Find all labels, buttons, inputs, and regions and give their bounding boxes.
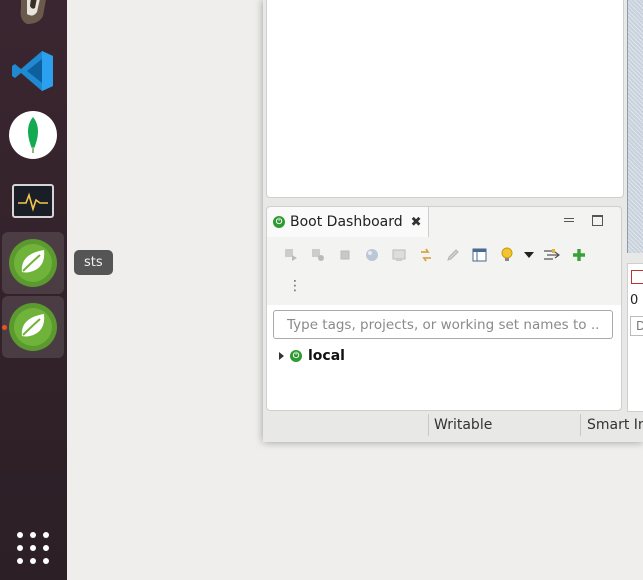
dock-tooltip: sts bbox=[74, 250, 113, 275]
view-menu-icon[interactable]: ⋮ bbox=[288, 279, 302, 293]
spring-leaf-icon bbox=[9, 303, 57, 351]
collapse-icon[interactable] bbox=[538, 245, 565, 265]
show-applications-button[interactable] bbox=[16, 531, 50, 565]
spring-boot-icon: ⏻ bbox=[290, 350, 302, 362]
spring-boot-icon: ⏻ bbox=[273, 216, 285, 228]
expand-arrow-icon[interactable] bbox=[279, 352, 284, 360]
grid-dot bbox=[29, 544, 36, 551]
stop-icon[interactable] bbox=[331, 245, 358, 265]
right-panel-field[interactable]: D bbox=[630, 316, 643, 336]
edit-icon[interactable] bbox=[439, 245, 466, 265]
vscode-icon bbox=[12, 51, 53, 91]
view-icon[interactable] bbox=[631, 270, 643, 284]
minimize-button[interactable] bbox=[564, 218, 574, 222]
right-view-panel: 0 i D bbox=[627, 263, 643, 412]
system-monitor-icon bbox=[12, 184, 54, 218]
tab-boot-dashboard[interactable]: ⏻ Boot Dashboard ✖ bbox=[267, 207, 429, 237]
lightbulb-icon[interactable] bbox=[493, 245, 520, 265]
status-separator bbox=[580, 414, 581, 436]
tab-title: Boot Dashboard bbox=[290, 214, 403, 230]
grid-dot bbox=[29, 557, 36, 564]
grid-dot bbox=[17, 557, 24, 564]
refresh-icon[interactable] bbox=[412, 245, 439, 265]
grid-dot bbox=[42, 532, 49, 539]
dock-item-mongodb[interactable] bbox=[2, 104, 64, 166]
right-view-strip[interactable] bbox=[627, 0, 643, 253]
mongodb-leaf-icon bbox=[9, 111, 57, 159]
dock-item-sts-running[interactable] bbox=[2, 296, 64, 358]
status-separator bbox=[428, 414, 429, 436]
open-console-icon[interactable] bbox=[385, 245, 412, 265]
grid-dot bbox=[17, 544, 24, 551]
debug-icon[interactable] bbox=[304, 245, 331, 265]
dock-item-vscode[interactable] bbox=[2, 40, 64, 102]
dropdown-icon[interactable] bbox=[520, 245, 538, 265]
start-icon[interactable] bbox=[277, 245, 304, 265]
close-icon[interactable]: ✖ bbox=[411, 215, 422, 230]
ubuntu-dock bbox=[0, 0, 67, 580]
boot-dashboard-view: ⏻ Boot Dashboard ✖ ⋮ Type tags, projects… bbox=[266, 206, 622, 411]
tree-item-local[interactable]: ⏻ local bbox=[279, 348, 345, 364]
gimp-icon bbox=[20, 0, 46, 24]
status-insert-mode: Smart Insert bbox=[587, 417, 643, 433]
grid-dot bbox=[42, 544, 49, 551]
status-writable: Writable bbox=[434, 417, 493, 433]
editor-area[interactable] bbox=[266, 0, 624, 198]
status-bar: Writable Smart Insert bbox=[263, 412, 643, 442]
tree-item-label: local bbox=[308, 348, 345, 364]
grid-dot bbox=[29, 532, 36, 539]
dashboard-toolbar bbox=[277, 245, 592, 265]
grid-dot bbox=[17, 532, 24, 539]
maximize-button[interactable] bbox=[592, 215, 603, 226]
running-indicator bbox=[2, 325, 7, 330]
properties-icon[interactable] bbox=[466, 245, 493, 265]
open-browser-icon[interactable] bbox=[358, 245, 385, 265]
dock-item-sts[interactable] bbox=[2, 232, 64, 294]
filter-input[interactable] bbox=[273, 310, 613, 339]
dashboard-content: ⏻ local bbox=[267, 305, 621, 410]
dock-item-system-monitor[interactable] bbox=[2, 170, 64, 232]
spring-leaf-icon bbox=[9, 239, 57, 287]
right-panel-count: 0 i bbox=[630, 293, 643, 308]
add-icon[interactable] bbox=[565, 245, 592, 265]
grid-dot bbox=[42, 557, 49, 564]
sts-window: 0 i D ⏻ Boot Dashboard ✖ bbox=[263, 0, 643, 442]
